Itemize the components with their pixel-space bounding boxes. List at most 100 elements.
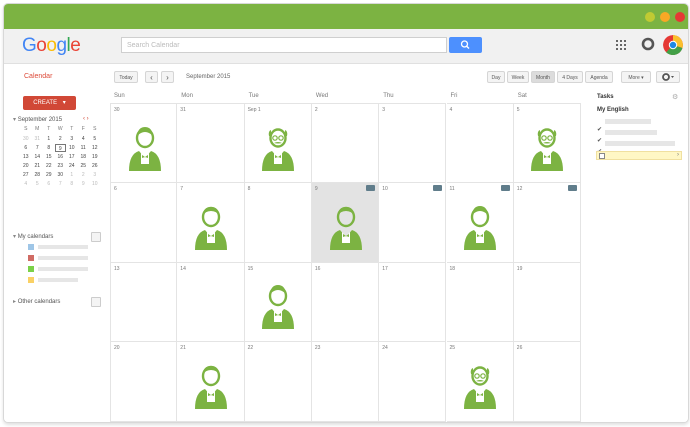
mini-calendar-day[interactable]: 15 — [43, 153, 55, 161]
mini-calendar-day[interactable]: 28 — [32, 171, 44, 179]
person-avatar-icon[interactable] — [124, 124, 166, 172]
mini-calendar-day[interactable]: 31 — [32, 135, 44, 143]
event-chip-icon[interactable] — [568, 184, 578, 191]
calendar-color-swatch[interactable] — [28, 244, 34, 250]
my-calendars-header[interactable]: ▾ My calendars — [13, 233, 53, 240]
close-button[interactable] — [675, 12, 685, 22]
event-chip-icon[interactable] — [433, 184, 443, 191]
person-avatar-icon[interactable] — [459, 362, 501, 410]
day-cell[interactable]: 23 — [311, 342, 380, 422]
minimize-button[interactable] — [645, 12, 655, 22]
mini-calendar-day[interactable]: 23 — [55, 162, 67, 170]
google-logo[interactable]: Google — [22, 35, 81, 57]
my-calendars-menu[interactable] — [91, 232, 101, 242]
day-cell[interactable]: 2 — [311, 103, 380, 183]
mini-calendar-day[interactable]: 30 — [20, 135, 32, 143]
event-chip-icon[interactable] — [500, 184, 510, 191]
checkbox[interactable] — [599, 153, 605, 159]
day-cell[interactable]: 21 — [177, 342, 245, 422]
mini-calendar-day[interactable]: 13 — [20, 153, 32, 161]
day-cell[interactable]: 6 — [110, 182, 178, 263]
person-avatar-icon[interactable] — [257, 282, 299, 330]
mini-calendar-day[interactable]: 20 — [20, 162, 32, 170]
calendar-entry[interactable] — [38, 267, 88, 271]
person-avatar-icon[interactable] — [257, 124, 299, 172]
create-button[interactable]: CREATE ▾ — [23, 96, 76, 110]
other-calendars-header[interactable]: ▸ Other calendars — [13, 298, 60, 305]
mini-calendar-day[interactable]: 7 — [55, 180, 67, 188]
day-cell[interactable]: 22 — [244, 342, 312, 422]
mini-calendar-day[interactable]: 11 — [78, 144, 90, 152]
mini-calendar-day[interactable]: 27 — [20, 171, 32, 179]
mini-calendar-day[interactable]: 10 — [89, 180, 101, 188]
mini-calendar-day[interactable]: 12 — [89, 144, 101, 152]
mini-calendar-day[interactable]: 1 — [66, 171, 78, 179]
day-cell[interactable]: 20 — [110, 342, 178, 422]
day-cell[interactable]: 30 — [110, 103, 178, 183]
today-button[interactable]: Today — [114, 71, 138, 83]
person-avatar-icon[interactable] — [459, 203, 501, 251]
mini-calendar-day[interactable]: 8 — [66, 180, 78, 188]
mini-calendar-day[interactable]: 17 — [66, 153, 78, 161]
day-cell[interactable]: 25 — [446, 342, 514, 422]
day-cell[interactable]: 10 — [379, 182, 447, 263]
mini-calendar-day[interactable]: 9 — [78, 180, 90, 188]
day-cell[interactable]: 13 — [110, 262, 178, 343]
mini-calendar-day[interactable]: 25 — [78, 162, 90, 170]
day-cell[interactable]: 26 — [513, 342, 582, 422]
mini-calendar-day[interactable]: 16 — [55, 153, 67, 161]
day-cell[interactable]: 5 — [513, 103, 582, 183]
person-avatar-icon[interactable] — [190, 203, 232, 251]
mini-calendar-nav[interactable]: ‹ › — [83, 116, 89, 122]
person-avatar-icon[interactable] — [325, 203, 367, 251]
person-avatar-icon[interactable] — [190, 362, 232, 410]
mini-calendar-day[interactable]: 6 — [20, 144, 32, 152]
day-cell[interactable]: 24 — [379, 342, 447, 422]
day-cell[interactable]: 7 — [177, 182, 245, 263]
event-chip-icon[interactable] — [366, 184, 376, 191]
mini-calendar-day[interactable]: 18 — [78, 153, 90, 161]
day-cell[interactable]: 19 — [513, 262, 582, 343]
calendar-color-swatch[interactable] — [28, 277, 34, 283]
task-input-row[interactable]: › — [596, 151, 682, 160]
mini-calendar-day[interactable]: 5 — [89, 135, 101, 143]
mini-calendar-day[interactable]: 26 — [89, 162, 101, 170]
tasks-options-icon[interactable]: ⚙ — [672, 93, 678, 101]
view-day[interactable]: Day — [487, 71, 505, 83]
search-input[interactable]: Search Calendar — [121, 37, 447, 53]
maximize-button[interactable] — [660, 12, 670, 22]
mini-calendar-day[interactable]: 5 — [32, 180, 44, 188]
mini-calendar-day[interactable]: 19 — [89, 153, 101, 161]
mini-calendar-day[interactable]: 10 — [66, 144, 78, 152]
mini-calendar-day[interactable]: 4 — [78, 135, 90, 143]
day-cell[interactable]: 8 — [244, 182, 312, 263]
mini-calendar-day[interactable]: 6 — [43, 180, 55, 188]
mini-calendar-day[interactable]: 24 — [66, 162, 78, 170]
mini-calendar-day[interactable]: 30 — [55, 171, 67, 179]
day-cell[interactable]: 11 — [446, 182, 514, 263]
calendar-color-swatch[interactable] — [28, 266, 34, 272]
calendar-color-swatch[interactable] — [28, 255, 34, 261]
settings-button[interactable] — [656, 71, 680, 83]
calendar-entry[interactable] — [38, 245, 88, 249]
mini-calendar-day[interactable]: 2 — [55, 135, 67, 143]
mini-calendar-day[interactable]: 2 — [78, 171, 90, 179]
calendar-entry[interactable] — [38, 256, 88, 260]
calendar-entry[interactable] — [38, 278, 78, 282]
mini-calendar-day[interactable]: 7 — [32, 144, 44, 152]
person-avatar-icon[interactable] — [526, 124, 568, 172]
day-cell[interactable]: 17 — [379, 262, 447, 343]
day-cell[interactable]: 4 — [446, 103, 514, 183]
day-cell[interactable]: 3 — [379, 103, 447, 183]
day-cell[interactable]: 12 — [513, 182, 582, 263]
mini-calendar-day[interactable]: 21 — [32, 162, 44, 170]
apps-grid-icon[interactable] — [616, 40, 626, 53]
view-week[interactable]: Week — [507, 71, 529, 83]
task-more-icon[interactable]: › — [677, 152, 679, 158]
day-cell[interactable]: 31 — [177, 103, 245, 183]
mini-calendar-day[interactable]: 8 — [43, 144, 55, 152]
next-button[interactable]: › — [161, 71, 174, 83]
mini-calendar-day[interactable]: 9 — [54, 144, 66, 152]
view-4-days[interactable]: 4 Days — [557, 71, 583, 83]
notifications-icon[interactable] — [641, 37, 655, 54]
